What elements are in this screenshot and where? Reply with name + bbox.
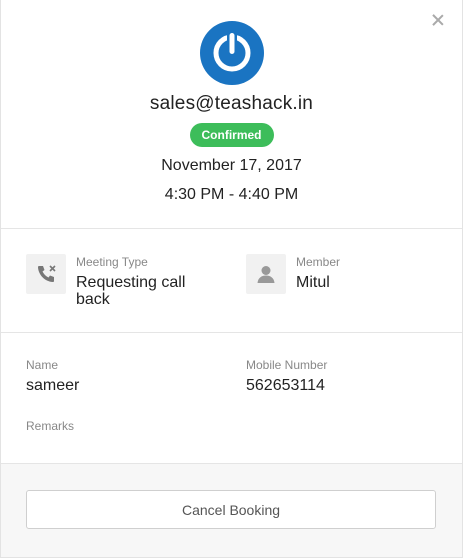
booking-footer: Cancel Booking (1, 464, 462, 557)
booking-time: 4:30 PM - 4:40 PM (164, 186, 299, 203)
meeting-type-block: Meeting Type Requesting call back (26, 254, 196, 308)
name-value: sameer (26, 377, 80, 394)
meeting-type-value: Requesting call back (76, 274, 186, 308)
meeting-type-label: Meeting Type (76, 255, 148, 269)
booking-header: sales@teashack.in Confirmed November 17,… (1, 0, 462, 229)
power-logo-icon (199, 21, 264, 85)
status-badge: Confirmed (189, 123, 274, 147)
close-icon[interactable] (430, 12, 446, 28)
mobile-value: 562653114 (246, 377, 325, 394)
meeting-info-row: Meeting Type Requesting call back Member… (1, 229, 462, 333)
member-block: Member Mitul (246, 254, 416, 294)
mobile-field: Mobile Number 562653114 (246, 358, 327, 395)
phone-icon (26, 254, 66, 294)
user-icon (246, 254, 286, 294)
name-label: Name (26, 358, 59, 372)
cancel-booking-button[interactable]: Cancel Booking (26, 490, 436, 529)
booking-details-panel: sales@teashack.in Confirmed November 17,… (0, 0, 463, 558)
member-label: Member (296, 255, 341, 269)
member-value: Mitul (296, 274, 330, 291)
name-field: Name sameer (26, 358, 79, 395)
remarks-label: Remarks (26, 419, 75, 433)
customer-details: Name sameer Mobile Number 562653114 Rema… (1, 333, 462, 464)
mobile-label: Mobile Number (246, 358, 328, 372)
remarks-field: Remarks (26, 419, 74, 433)
booking-date: November 17, 2017 (161, 157, 302, 174)
customer-email: sales@teashack.in (149, 93, 314, 114)
